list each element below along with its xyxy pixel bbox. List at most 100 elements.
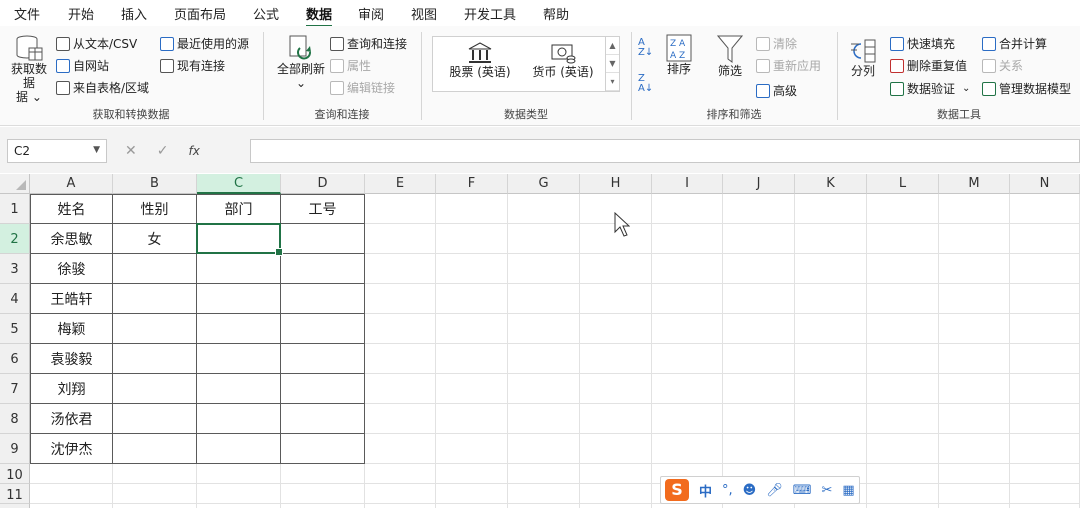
- consolidate-button[interactable]: 合并计算: [982, 35, 1047, 52]
- cell-A8[interactable]: 汤依君: [30, 404, 113, 434]
- cell-A2[interactable]: 余思敏: [30, 224, 113, 254]
- cell-C9[interactable]: [197, 434, 281, 464]
- column-header-L[interactable]: L: [867, 174, 939, 194]
- row-header-11[interactable]: 11: [0, 484, 30, 504]
- tab-developer[interactable]: 开发工具: [464, 4, 516, 23]
- cell-D9[interactable]: [281, 434, 365, 464]
- column-header-N[interactable]: N: [1010, 174, 1080, 194]
- cell-D4[interactable]: [281, 284, 365, 314]
- cell-D8[interactable]: [281, 404, 365, 434]
- column-header-J[interactable]: J: [723, 174, 795, 194]
- column-header-H[interactable]: H: [580, 174, 652, 194]
- from-text-csv-button[interactable]: 从文本/CSV: [56, 35, 137, 52]
- column-header-F[interactable]: F: [436, 174, 508, 194]
- queries-connections-button[interactable]: 查询和连接: [330, 35, 407, 52]
- cancel-icon[interactable]: ✕: [125, 143, 137, 159]
- sort-button[interactable]: Z A A Z 排序: [664, 34, 694, 76]
- row-header-9[interactable]: 9: [0, 434, 30, 464]
- cell-B7[interactable]: [113, 374, 197, 404]
- advanced-filter-button[interactable]: 高级: [756, 82, 797, 99]
- sogou-logo-icon[interactable]: S: [665, 479, 689, 501]
- cell-A5[interactable]: 梅颖: [30, 314, 113, 344]
- column-header-B[interactable]: B: [113, 174, 197, 194]
- gallery-more-icon[interactable]: ▾: [606, 73, 619, 91]
- row-header-1[interactable]: 1: [0, 194, 30, 224]
- cell-C4[interactable]: [197, 284, 281, 314]
- row-header-6[interactable]: 6: [0, 344, 30, 374]
- text-to-columns-button[interactable]: 分列: [848, 38, 878, 78]
- cell-D1[interactable]: 工号: [281, 194, 365, 224]
- properties-button[interactable]: 属性: [330, 57, 371, 74]
- tab-formulas[interactable]: 公式: [253, 4, 279, 23]
- flash-fill-button[interactable]: 快速填充: [890, 35, 955, 52]
- existing-connections-button[interactable]: 现有连接: [160, 57, 225, 74]
- formula-input[interactable]: [250, 139, 1080, 163]
- row-header-7[interactable]: 7: [0, 374, 30, 404]
- cell-B4[interactable]: [113, 284, 197, 314]
- selected-cell-outline[interactable]: [196, 223, 283, 256]
- get-data-button[interactable]: 获取数据 据 ⌄: [8, 34, 50, 104]
- cell-B6[interactable]: [113, 344, 197, 374]
- cell-A4[interactable]: 王皓轩: [30, 284, 113, 314]
- keyboard-icon[interactable]: ⌨: [793, 483, 812, 498]
- sort-ascending-button[interactable]: A Z↓: [638, 38, 653, 58]
- cell-A3[interactable]: 徐骏: [30, 254, 113, 284]
- cell-B1[interactable]: 性别: [113, 194, 197, 224]
- cell-B8[interactable]: [113, 404, 197, 434]
- row-header-3[interactable]: 3: [0, 254, 30, 284]
- stocks-button[interactable]: 股票 (英语): [445, 41, 515, 79]
- cell-B3[interactable]: [113, 254, 197, 284]
- column-header-I[interactable]: I: [652, 174, 723, 194]
- row-header-10[interactable]: 10: [0, 464, 30, 484]
- column-header-A[interactable]: A: [30, 174, 113, 194]
- select-all-button[interactable]: [0, 174, 30, 194]
- row-header-12[interactable]: 12: [0, 504, 30, 508]
- gallery-scroll[interactable]: ▲ ▼ ▾: [605, 37, 619, 91]
- column-header-D[interactable]: D: [281, 174, 365, 194]
- cell-A7[interactable]: 刘翔: [30, 374, 113, 404]
- cell-A1[interactable]: 姓名: [30, 194, 113, 224]
- cell-D6[interactable]: [281, 344, 365, 374]
- cell-D2[interactable]: [281, 224, 365, 254]
- row-header-2[interactable]: 2: [0, 224, 30, 254]
- clear-filter-button[interactable]: 清除: [756, 35, 797, 52]
- grid-menu-icon[interactable]: ▦: [842, 483, 854, 498]
- recent-sources-button[interactable]: 最近使用的源: [160, 35, 249, 52]
- microphone-icon[interactable]: 🎤︎: [766, 483, 783, 498]
- from-web-button[interactable]: 自网站: [56, 57, 109, 74]
- column-header-G[interactable]: G: [508, 174, 580, 194]
- cell-D5[interactable]: [281, 314, 365, 344]
- enter-icon[interactable]: ✓: [157, 143, 169, 159]
- tab-page-layout[interactable]: 页面布局: [174, 4, 226, 23]
- tab-home[interactable]: 开始: [68, 4, 94, 23]
- cell-A6[interactable]: 袁骏毅: [30, 344, 113, 374]
- name-box[interactable]: C2 ▼: [7, 139, 107, 163]
- tab-data[interactable]: 数据: [306, 4, 333, 27]
- cell-D7[interactable]: [281, 374, 365, 404]
- column-header-K[interactable]: K: [795, 174, 867, 194]
- reapply-button[interactable]: 重新应用: [756, 57, 821, 74]
- relationships-button[interactable]: 关系: [982, 57, 1023, 74]
- remove-duplicates-button[interactable]: 删除重复值: [890, 57, 967, 74]
- refresh-all-button[interactable]: 全部刷新 ⌄: [272, 34, 330, 90]
- scissors-icon[interactable]: ✂: [822, 483, 833, 498]
- edit-links-button[interactable]: 编辑链接: [330, 79, 395, 96]
- cell-C6[interactable]: [197, 344, 281, 374]
- gallery-up-icon[interactable]: ▲: [606, 37, 619, 55]
- gallery-down-icon[interactable]: ▼: [606, 55, 619, 73]
- tab-file[interactable]: 文件: [14, 4, 40, 23]
- cell-C3[interactable]: [197, 254, 281, 284]
- filter-button[interactable]: 筛选: [712, 34, 748, 78]
- insert-function-icon[interactable]: fx: [188, 144, 199, 158]
- punctuation-icon[interactable]: °,: [722, 483, 733, 498]
- column-header-E[interactable]: E: [365, 174, 436, 194]
- cell-D3[interactable]: [281, 254, 365, 284]
- tab-insert[interactable]: 插入: [121, 4, 147, 23]
- row-header-5[interactable]: 5: [0, 314, 30, 344]
- ime-mode-label[interactable]: 中: [699, 481, 712, 500]
- row-header-8[interactable]: 8: [0, 404, 30, 434]
- chevron-down-icon[interactable]: ▼: [93, 145, 100, 155]
- tab-view[interactable]: 视图: [411, 4, 437, 23]
- cell-B2[interactable]: 女: [113, 224, 197, 254]
- column-header-M[interactable]: M: [939, 174, 1010, 194]
